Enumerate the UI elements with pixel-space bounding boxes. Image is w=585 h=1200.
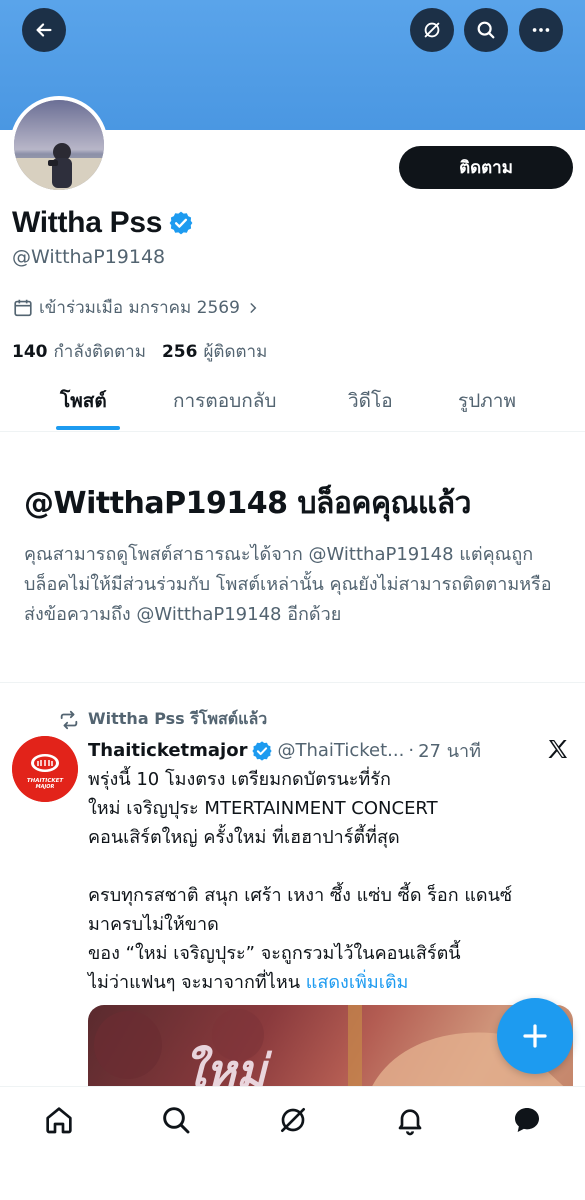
avatar-photo: [14, 100, 104, 190]
svg-text:MAJOR: MAJOR: [36, 784, 55, 790]
repost-label: Wittha Pss รีโพสต์แล้ว: [88, 709, 268, 728]
active-tab-indicator: [56, 426, 120, 430]
x-logo-icon[interactable]: [546, 737, 570, 761]
repost-indicator[interactable]: Wittha Pss รีโพสต์แล้ว: [58, 707, 267, 732]
search-icon[interactable]: [160, 1104, 192, 1136]
grok-icon[interactable]: [277, 1104, 309, 1136]
following-stat[interactable]: 140 กำลังติดตาม: [12, 338, 146, 365]
tab-replies[interactable]: การตอบกลับ: [173, 386, 276, 416]
verified-badge-icon: [169, 211, 193, 235]
post-line: มาครบไม่ให้ขาด: [88, 914, 219, 935]
arrow-left-icon: [36, 23, 52, 37]
verified-badge-icon: [252, 740, 273, 761]
blocked-description: คุณสามารถดูโพสต์สาธารณะได้จาก @WitthaP19…: [24, 544, 552, 625]
post-line: ครบทุกรสชาติ สนุก เศร้า เหงา ซึ้ง แซ่บ ซ…: [88, 885, 513, 906]
more-button[interactable]: [519, 8, 563, 52]
profile-name-row: Wittha Pss: [12, 206, 194, 240]
post-time[interactable]: 27 นาที: [418, 736, 481, 765]
post-blank-line: [88, 852, 573, 881]
profile-tabs: โพสต์ การตอบกลับ วิดีโอ รูปภาพ: [0, 372, 585, 432]
post-author-handle[interactable]: @ThaiTicket...: [277, 740, 404, 761]
plus-icon: [523, 1024, 547, 1048]
profile-handle: @WitthaP19148: [12, 246, 166, 268]
profile-avatar[interactable]: [10, 96, 108, 194]
separator-dot: ·: [408, 740, 415, 761]
post-line: คอนเสิร์ตใหญ่ ครั้งใหม่ ที่เฮฮาปาร์ตี้ที…: [88, 827, 400, 848]
blocked-title: @WitthaP19148 บล็อคคุณแล้ว: [24, 486, 471, 521]
post-header: Thaiticketmajor @ThaiTicket... · 27 นาที: [88, 736, 481, 765]
tab-videos[interactable]: วิดีโอ: [348, 386, 393, 416]
bell-icon[interactable]: [394, 1104, 426, 1136]
follow-button[interactable]: ติดตาม: [399, 146, 573, 189]
followers-label: ผู้ติดตาม: [203, 342, 268, 362]
thaiticketmajor-logo: THAITICKET MAJOR: [12, 736, 78, 802]
search-button[interactable]: [464, 8, 508, 52]
home-icon[interactable]: [43, 1104, 75, 1136]
chevron-right-icon: [250, 302, 257, 313]
joined-date[interactable]: เข้าร่วมเมือ มกราคม 2569: [12, 294, 265, 321]
post-text: พรุ่งนี้ 10 โมงตรง เตรียมกดบัตรนะที่รัก …: [88, 765, 573, 997]
grok-icon: [424, 22, 440, 38]
post-author-name[interactable]: Thaiticketmajor: [88, 740, 247, 761]
followers-count: 256: [161, 342, 198, 362]
post-line-last: ไม่ว่าแฟนๆ จะมาจากที่ไหน แสดงเพิ่มเติม: [88, 968, 573, 997]
compose-button[interactable]: [497, 998, 573, 1074]
divider: [0, 682, 585, 683]
following-count: 140: [12, 342, 48, 362]
post-line: ใหม่ เจริญปุระ MTERTAINMENT CONCERT: [88, 798, 438, 819]
post-line: ไม่ว่าแฟนๆ จะมาจากที่ไหน: [88, 972, 301, 993]
grok-button[interactable]: [410, 8, 454, 52]
search-icon: [477, 21, 495, 39]
bottom-navigation: [0, 1086, 585, 1200]
more-horizontal-icon: [532, 28, 550, 32]
post-author-avatar[interactable]: THAITICKET MAJOR: [12, 736, 78, 802]
post-line: พรุ่งนี้ 10 โมงตรง เตรียมกดบัตรนะที่รัก: [88, 769, 391, 790]
joined-text: เข้าร่วมเมือ มกราคม 2569: [39, 298, 240, 318]
show-more-link[interactable]: แสดงเพิ่มเติม: [306, 972, 409, 993]
tab-posts[interactable]: โพสต์: [60, 386, 107, 416]
profile-name: Wittha Pss: [12, 206, 163, 239]
follow-stats: 140 กำลังติดตาม 256 ผู้ติดตาม: [12, 338, 267, 365]
following-label: กำลังติดตาม: [53, 342, 146, 362]
back-button[interactable]: [22, 8, 66, 52]
post-line: ของ “ใหม่ เจริญปุระ” จะถูกรวมไว้ในคอนเสิ…: [88, 943, 461, 964]
calendar-icon: [14, 299, 32, 316]
repost-icon: [60, 710, 78, 729]
tab-photos[interactable]: รูปภาพ: [458, 386, 516, 416]
followers-stat[interactable]: 256 ผู้ติดตาม: [162, 338, 267, 365]
chat-bubble-icon[interactable]: [511, 1104, 543, 1136]
